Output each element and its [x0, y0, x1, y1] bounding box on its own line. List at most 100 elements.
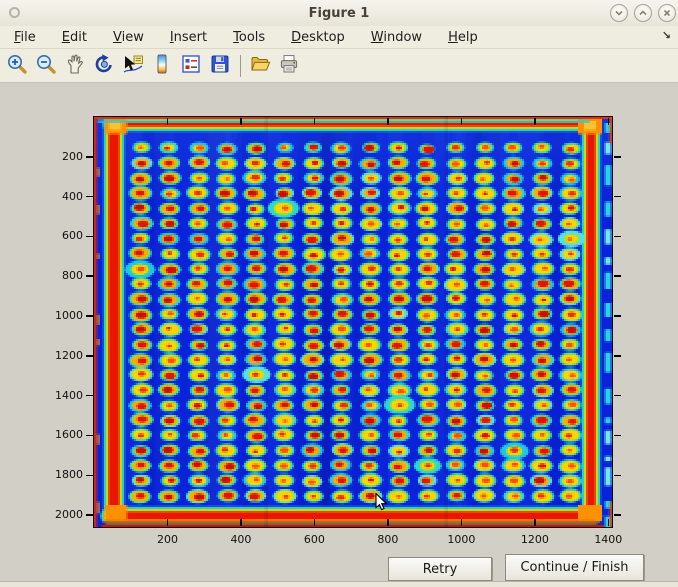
- x-tick: [608, 118, 610, 125]
- y-tick: [86, 514, 94, 516]
- zoom-in-icon: [6, 53, 28, 79]
- x-tick-label: 200: [145, 533, 189, 547]
- y-tick: [86, 156, 94, 158]
- menu-item-window[interactable]: Window: [365, 30, 428, 45]
- x-tick: [240, 519, 242, 526]
- menu-item-view[interactable]: View: [107, 30, 150, 45]
- y-tick: [86, 196, 94, 198]
- chevron-down-icon: [614, 8, 624, 18]
- menu-item-insert[interactable]: Insert: [164, 30, 213, 45]
- data-cursor-icon: [122, 53, 144, 79]
- x-tick: [314, 118, 316, 125]
- toolbar-print-button[interactable]: [276, 53, 302, 79]
- y-tick: [614, 275, 622, 277]
- window-maximize-button[interactable]: [634, 4, 652, 22]
- figure-window: Figure 1 ↘ File Edit View Insert Tools Deskto…: [0, 0, 678, 587]
- y-tick: [614, 435, 622, 437]
- rotate-3d-icon: [93, 53, 115, 79]
- chevron-up-icon: [638, 8, 648, 18]
- retry-button[interactable]: Retry: [388, 557, 492, 581]
- x-tick: [387, 118, 389, 125]
- plate-scan-image[interactable]: [94, 117, 612, 527]
- y-tick-label: 400: [42, 190, 83, 204]
- menu-item-edit[interactable]: Edit: [56, 30, 93, 45]
- y-tick-label: 600: [42, 229, 83, 243]
- toolbar-pan-button[interactable]: [62, 53, 88, 79]
- toolbar-rotate-3d-button[interactable]: [91, 53, 117, 79]
- menubar: ↘ File Edit View Insert Tools Desktop Window He…: [0, 26, 678, 49]
- toolbar: [0, 49, 678, 83]
- toolbar-colorbar-button[interactable]: [149, 53, 175, 79]
- x-tick-label: 600: [292, 533, 336, 547]
- menu-item-desktop[interactable]: Desktop: [285, 30, 351, 45]
- mouse-cursor-icon: [375, 493, 388, 512]
- toolbar-legend-button[interactable]: [178, 53, 204, 79]
- y-tick: [86, 435, 94, 437]
- open-folder-icon: [249, 53, 271, 79]
- x-tick-label: 1000: [439, 533, 483, 547]
- x-tick: [314, 519, 316, 526]
- toolbar-data-cursor-button[interactable]: [120, 53, 146, 79]
- toolbar-zoom-out-button[interactable]: [33, 53, 59, 79]
- x-tick: [608, 519, 610, 526]
- figure-canvas-area: Retry Continue / Finish 200 400 600 800 1000…: [0, 83, 678, 581]
- x-tick: [240, 118, 242, 125]
- titlebar[interactable]: Figure 1: [0, 0, 678, 27]
- toolbar-save-button[interactable]: [207, 53, 233, 79]
- save-icon: [209, 53, 231, 79]
- y-tick: [86, 236, 94, 238]
- pan-icon: [64, 53, 86, 79]
- window-shade-button[interactable]: [610, 4, 628, 22]
- x-tick-label: 400: [219, 533, 263, 547]
- y-tick-label: 1000: [42, 309, 83, 323]
- y-tick-label: 200: [42, 150, 83, 164]
- menu-overflow-arrow-icon[interactable]: ↘: [662, 29, 671, 42]
- y-tick: [614, 355, 622, 357]
- y-tick: [614, 514, 622, 516]
- menu-item-help[interactable]: Help: [442, 30, 484, 45]
- window-close-button[interactable]: [658, 4, 676, 22]
- colorbar-icon: [151, 53, 173, 79]
- print-icon: [278, 53, 300, 79]
- x-tick-label: 1200: [513, 533, 557, 547]
- x-tick: [461, 118, 463, 125]
- continue-finish-button[interactable]: Continue / Finish: [505, 554, 644, 581]
- x-tick: [167, 519, 169, 526]
- x-tick: [167, 118, 169, 125]
- window-title: Figure 1: [309, 6, 370, 21]
- close-icon: [662, 8, 672, 18]
- x-tick: [387, 519, 389, 526]
- y-tick-label: 1800: [42, 468, 83, 482]
- toolbar-separator: [240, 55, 241, 77]
- y-tick: [614, 475, 622, 477]
- toolbar-open-folder-button[interactable]: [247, 53, 273, 79]
- y-tick-label: 2000: [42, 508, 83, 522]
- y-tick: [86, 275, 94, 277]
- y-tick: [614, 156, 622, 158]
- x-tick-label: 1400: [586, 533, 630, 547]
- window-menu-icon[interactable]: [9, 7, 20, 18]
- y-tick: [86, 355, 94, 357]
- y-tick: [86, 315, 94, 317]
- y-tick: [614, 395, 622, 397]
- y-tick: [614, 196, 622, 198]
- y-tick: [614, 236, 622, 238]
- y-tick-label: 800: [42, 269, 83, 283]
- y-tick: [614, 315, 622, 317]
- menu-item-tools[interactable]: Tools: [227, 30, 271, 45]
- x-tick: [461, 519, 463, 526]
- zoom-out-icon: [35, 53, 57, 79]
- x-tick: [534, 118, 536, 125]
- y-tick: [86, 395, 94, 397]
- y-tick-label: 1400: [42, 389, 83, 403]
- menu-item-file[interactable]: File: [8, 30, 42, 45]
- x-tick: [534, 519, 536, 526]
- plot-axes: [93, 116, 613, 528]
- toolbar-zoom-in-button[interactable]: [4, 53, 30, 79]
- window-bottom-border: [0, 581, 678, 587]
- legend-icon: [180, 53, 202, 79]
- y-tick-label: 1600: [42, 428, 83, 442]
- x-tick-label: 800: [366, 533, 410, 547]
- y-tick: [86, 475, 94, 477]
- y-tick-label: 1200: [42, 349, 83, 363]
